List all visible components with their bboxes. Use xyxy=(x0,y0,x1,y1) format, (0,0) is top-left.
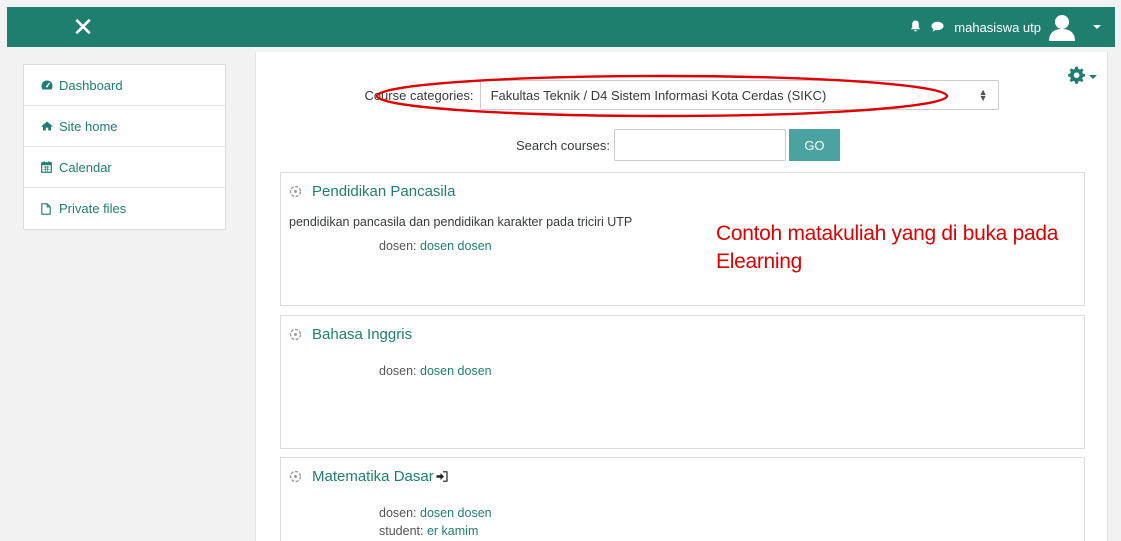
chat-bubble-icon[interactable] xyxy=(931,20,944,35)
student-name-link[interactable]: er kamim xyxy=(427,524,478,538)
sidebar-item-site-home[interactable]: Site home xyxy=(24,106,225,147)
search-courses-label: Search courses: xyxy=(516,137,610,153)
teacher-name-link[interactable]: dosen dosen xyxy=(420,239,492,253)
course-teacher: dosen: dosen dosen xyxy=(379,364,492,378)
sidebar-item-label: Private files xyxy=(59,201,127,216)
annotation-text: Contoh matakuliah yang di buka pada Elea… xyxy=(716,220,1096,276)
select-arrows-icon: ▲ ▼ xyxy=(978,87,988,103)
teacher-name-link[interactable]: dosen dosen xyxy=(420,506,492,520)
caret-down-icon xyxy=(1089,74,1097,79)
course-box: Matematika Dasar dosen: dosen dosen stud… xyxy=(280,457,1085,541)
teacher-role: dosen: xyxy=(379,506,417,520)
user-menu-area: mahasiswa utp xyxy=(910,7,1101,47)
selected-category: Fakultas Teknik / D4 Sistem Informasi Ko… xyxy=(490,87,827,103)
course-teacher: dosen: dosen dosen xyxy=(379,239,492,253)
student-role: student: xyxy=(379,524,424,538)
course-icon xyxy=(289,185,302,198)
course-title: Bahasa Inggris xyxy=(312,326,413,343)
calendar-icon xyxy=(41,161,53,173)
user-menu-caret-icon[interactable] xyxy=(1093,25,1101,29)
course-title-link[interactable]: Bahasa Inggris xyxy=(289,326,412,343)
course-teacher: dosen: dosen dosen xyxy=(379,506,492,520)
sidebar-item-private-files[interactable]: Private files xyxy=(24,188,225,229)
teacher-role: dosen: xyxy=(379,364,417,378)
bell-icon[interactable] xyxy=(910,20,921,35)
course-icon xyxy=(289,328,302,341)
close-drawer-button[interactable]: ✕ xyxy=(69,13,97,41)
course-category-select[interactable]: Fakultas Teknik / D4 Sistem Informasi Ko… xyxy=(479,80,999,110)
main-content: Course categories: Fakultas Teknik / D4 … xyxy=(255,52,1108,541)
go-button[interactable]: GO xyxy=(788,129,840,161)
sidebar-item-label: Site home xyxy=(59,118,118,134)
course-title: Matematika Dasar xyxy=(312,468,434,485)
top-navbar: ✕ mahasiswa utp xyxy=(7,7,1115,47)
course-title-link[interactable]: Matematika Dasar xyxy=(289,468,448,485)
search-courses-row: Search courses: GO xyxy=(516,129,840,161)
username-label[interactable]: mahasiswa utp xyxy=(954,20,1041,35)
course-title-link[interactable]: Pendidikan Pancasila xyxy=(289,183,455,200)
teacher-name-link[interactable]: dosen dosen xyxy=(420,364,492,378)
annotation-line-1: Contoh matakuliah yang di buka pada xyxy=(716,222,1059,245)
nav-drawer: Dashboard Site home Calendar Private fil… xyxy=(23,64,226,230)
sidebar-item-label: Dashboard xyxy=(59,77,123,93)
course-categories-label: Course categories: xyxy=(364,87,474,103)
course-student: student: er kamim xyxy=(379,524,478,538)
annotation-line-2: Elearning xyxy=(716,250,803,273)
sidebar-item-label: Calendar xyxy=(59,159,112,175)
course-title: Pendidikan Pancasila xyxy=(312,183,456,200)
course-box: Bahasa Inggris dosen: dosen dosen xyxy=(280,315,1085,449)
search-courses-input[interactable] xyxy=(613,129,786,161)
tachometer-icon xyxy=(41,80,53,90)
avatar[interactable] xyxy=(1047,12,1077,42)
course-icon xyxy=(289,470,302,483)
file-icon xyxy=(41,202,53,215)
course-summary: pendidikan pancasila dan pendidikan kara… xyxy=(289,215,633,229)
teacher-role: dosen: xyxy=(379,239,417,253)
course-category-row: Course categories: Fakultas Teknik / D4 … xyxy=(256,80,1107,110)
self-enrol-icon xyxy=(436,471,448,482)
sidebar-item-dashboard[interactable]: Dashboard xyxy=(24,65,225,106)
home-icon xyxy=(41,121,53,131)
sidebar-item-calendar[interactable]: Calendar xyxy=(24,147,225,188)
